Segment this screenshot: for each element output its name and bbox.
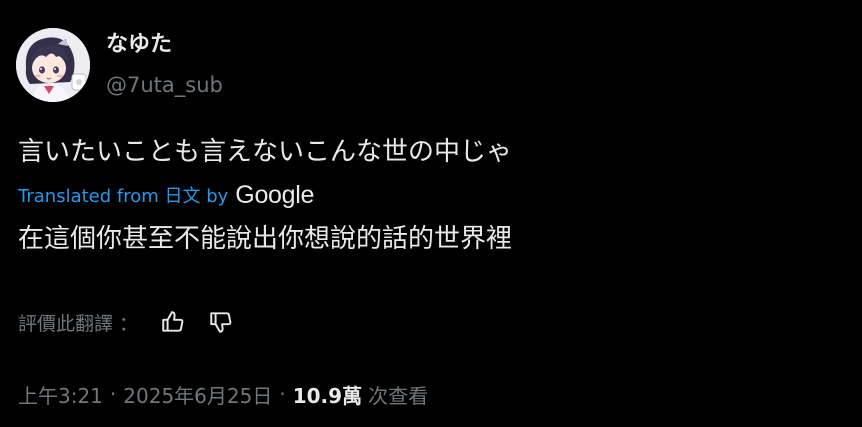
meta-separator: · [109, 382, 117, 406]
rate-translation-label: 評價此翻譯 [18, 312, 114, 335]
rate-colon: ： [119, 312, 139, 335]
post-container: なゆた @7uta_sub 言いたいことも言えないこんな世の中じゃ Transl… [0, 0, 862, 427]
google-logo-text: Google [235, 180, 315, 209]
rate-translation-row: 評價此翻譯 ： [18, 305, 254, 339]
thumbs-up-button[interactable] [158, 307, 188, 337]
post-translated-text: 在這個你甚至不能說出你想說的話的世界裡 [18, 224, 513, 254]
post-date[interactable]: 2025年6月25日 [123, 380, 272, 409]
thumbs-down-button[interactable] [206, 307, 236, 337]
translation-prefix: Translated from 日文 by [18, 186, 229, 207]
thumbs-up-icon [162, 311, 184, 332]
translation-attribution[interactable]: Translated from 日文 by Google [18, 180, 314, 210]
post-time[interactable]: 上午3:21 [18, 380, 103, 409]
meta-separator: · [279, 382, 286, 406]
views-count: 10.9萬 [292, 383, 363, 408]
thumbs-down-icon [210, 312, 232, 333]
avatar-anime-girl-icon [16, 28, 90, 102]
views-label: 次查看 [368, 383, 429, 408]
display-name[interactable]: なゆた [106, 30, 172, 60]
post-meta-row: 上午3:21 · 2025年6月25日 · 10.9萬 次查看 [18, 377, 428, 411]
post-original-text: 言いたいことも言えないこんな世の中じゃ [18, 137, 513, 167]
avatar[interactable] [16, 28, 90, 102]
user-handle[interactable]: @7uta_sub [106, 70, 223, 100]
